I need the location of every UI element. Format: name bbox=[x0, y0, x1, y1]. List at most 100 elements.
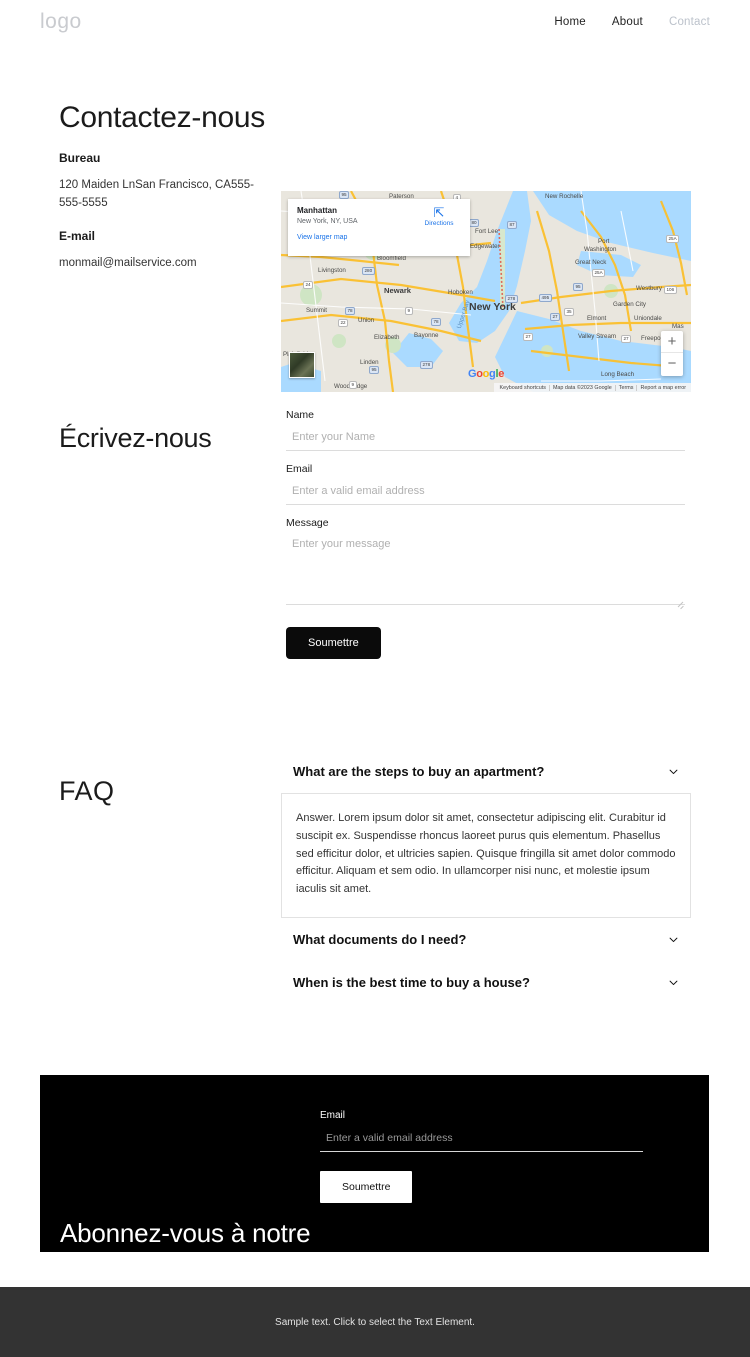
faq-question-text: What are the steps to buy an apartment? bbox=[293, 764, 545, 779]
map-shield: 278 bbox=[420, 361, 433, 369]
newsletter-submit-button[interactable]: Soumettre bbox=[320, 1171, 413, 1203]
map-label-elmont: Elmont bbox=[587, 315, 607, 322]
map-shield: 78 bbox=[431, 318, 442, 326]
map-shield: 27 bbox=[523, 333, 534, 341]
map-shield: 80 bbox=[469, 219, 480, 227]
keyboard-shortcuts-link[interactable]: Keyboard shortcuts bbox=[496, 384, 550, 391]
map-label-edgewater: Edgewater bbox=[470, 243, 500, 250]
map-shield: 106 bbox=[664, 286, 677, 294]
map-label-livingston: Livingston bbox=[318, 267, 346, 274]
message-field-wrap bbox=[286, 535, 685, 610]
email-input[interactable] bbox=[286, 482, 685, 505]
map-label-mas: Mas bbox=[672, 323, 684, 330]
directions-label: Directions bbox=[424, 220, 454, 227]
map-label-washington: Washington bbox=[584, 246, 617, 253]
map-shield: 25A bbox=[592, 269, 606, 277]
map-shield: 9 bbox=[405, 307, 413, 315]
zoom-in-button[interactable]: + bbox=[661, 331, 683, 353]
email-label: Email bbox=[286, 463, 313, 475]
map-data-text: Map data ©2023 Google bbox=[550, 384, 616, 391]
map-shield: 24 bbox=[303, 281, 314, 289]
newsletter-email-input[interactable] bbox=[320, 1129, 643, 1152]
map-label-union: Union bbox=[358, 317, 375, 324]
terms-link[interactable]: Terms bbox=[616, 384, 638, 391]
faq-question-3[interactable]: When is the best time to buy a house? bbox=[281, 967, 691, 998]
map-info-card: Manhattan New York, NY, USA View larger … bbox=[288, 199, 470, 256]
message-label: Message bbox=[286, 517, 329, 529]
view-larger-map-link[interactable]: View larger map bbox=[297, 234, 461, 241]
map-shield: 95 bbox=[573, 283, 584, 291]
site-logo[interactable]: logo bbox=[40, 10, 82, 34]
map-label-elizabeth: Elizabeth bbox=[374, 334, 400, 341]
street-view-thumbnail[interactable] bbox=[289, 352, 315, 378]
map-label-port: Port bbox=[598, 238, 610, 245]
map-shield: 78 bbox=[345, 307, 356, 315]
site-footer: Sample text. Click to select the Text El… bbox=[0, 1287, 750, 1357]
write-us-title: Écrivez-nous bbox=[59, 423, 212, 454]
map-shield: 9 bbox=[349, 381, 357, 389]
name-input[interactable] bbox=[286, 428, 685, 451]
map-label-new-rochelle: New Rochelle bbox=[545, 193, 584, 200]
faq-accordion: What are the steps to buy an apartment? … bbox=[281, 756, 691, 998]
map-label-bayonne: Bayonne bbox=[414, 332, 439, 339]
office-label: Bureau bbox=[59, 151, 101, 166]
nav-item-contact[interactable]: Contact bbox=[669, 16, 710, 28]
map-shield: 87 bbox=[507, 221, 518, 229]
contact-details: Contactez-nous Bureau 120 Maiden LnSan F… bbox=[59, 100, 274, 289]
contact-form: Name Email Message Soumettre bbox=[286, 409, 685, 659]
map-label-great-neck: Great Neck bbox=[575, 259, 607, 266]
map-label-hoboken: Hoboken bbox=[448, 289, 473, 296]
map-shield: 495 bbox=[539, 294, 552, 302]
directions-icon: ⇱ bbox=[433, 205, 445, 220]
chevron-down-icon[interactable] bbox=[668, 766, 679, 777]
map-zoom-controls[interactable]: + − bbox=[661, 331, 683, 376]
map-label-summit: Summit bbox=[306, 307, 327, 314]
map-label-uniondale: Uniondale bbox=[634, 315, 662, 322]
page-title: Contactez-nous bbox=[59, 101, 265, 134]
map-attribution: Keyboard shortcuts Map data ©2023 Google… bbox=[494, 383, 691, 392]
main-navigation: Home About Contact bbox=[554, 16, 710, 28]
google-logo: Google bbox=[467, 368, 505, 380]
chevron-down-icon[interactable] bbox=[668, 934, 679, 945]
zoom-out-button[interactable]: − bbox=[661, 353, 683, 375]
map-shield: 22 bbox=[338, 319, 349, 327]
email-label: E-mail bbox=[59, 229, 96, 244]
map-shield: 278 bbox=[505, 295, 518, 303]
site-header: logo Home About Contact bbox=[0, 0, 750, 48]
chevron-down-icon[interactable] bbox=[668, 977, 679, 988]
name-label: Name bbox=[286, 409, 315, 421]
faq-question-1[interactable]: What are the steps to buy an apartment? bbox=[281, 756, 691, 787]
faq-question-text: When is the best time to buy a house? bbox=[293, 975, 530, 991]
office-address: 120 Maiden LnSan Francisco, CA555-555-55… bbox=[59, 179, 254, 210]
map-label-linden: Linden bbox=[360, 359, 379, 366]
google-map[interactable]: New York Newark Paterson New Rochelle Fo… bbox=[281, 191, 691, 392]
newsletter-email-label: Email bbox=[320, 1110, 346, 1121]
map-shield: 35 bbox=[564, 308, 575, 316]
map-shield: 27 bbox=[621, 335, 632, 343]
submit-button[interactable]: Soumettre bbox=[286, 627, 381, 659]
footer-text[interactable]: Sample text. Click to select the Text El… bbox=[275, 1317, 475, 1328]
map-label-long-beach: Long Beach bbox=[601, 371, 635, 378]
map-label-newark: Newark bbox=[384, 286, 412, 295]
map-shield: 27 bbox=[550, 313, 561, 321]
map-label-valley-stream: Valley Stream bbox=[578, 333, 617, 340]
map-shield: 280 bbox=[362, 267, 375, 275]
email-address: monmail@mailservice.com bbox=[59, 257, 197, 270]
faq-question-text: What documents do I need? bbox=[293, 932, 467, 948]
nav-item-about[interactable]: About bbox=[612, 16, 643, 28]
report-map-error-link[interactable]: Report a map error bbox=[637, 385, 689, 391]
directions-button[interactable]: ⇱ Directions bbox=[416, 205, 462, 228]
map-shield: 95 bbox=[369, 366, 380, 374]
map-label-bloomfield: Bloomfield bbox=[377, 255, 406, 262]
map-shield: 25A bbox=[666, 235, 680, 243]
newsletter-section: Abonnez-vous à notre newsletter Email So… bbox=[40, 1075, 709, 1252]
faq-answer-1: Answer. Lorem ipsum dolor sit amet, cons… bbox=[281, 793, 691, 919]
faq-question-2[interactable]: What documents do I need? bbox=[281, 924, 691, 955]
newsletter-title: Abonnez-vous à notre newsletter bbox=[60, 1217, 311, 1252]
map-shield: 95 bbox=[339, 191, 350, 199]
map-label-fort-lee: Fort Lee bbox=[475, 228, 499, 235]
nav-item-home[interactable]: Home bbox=[554, 16, 585, 28]
newsletter-form: Email Soumettre bbox=[320, 1110, 643, 1203]
message-textarea[interactable] bbox=[286, 535, 685, 605]
faq-title: FAQ bbox=[59, 776, 115, 807]
